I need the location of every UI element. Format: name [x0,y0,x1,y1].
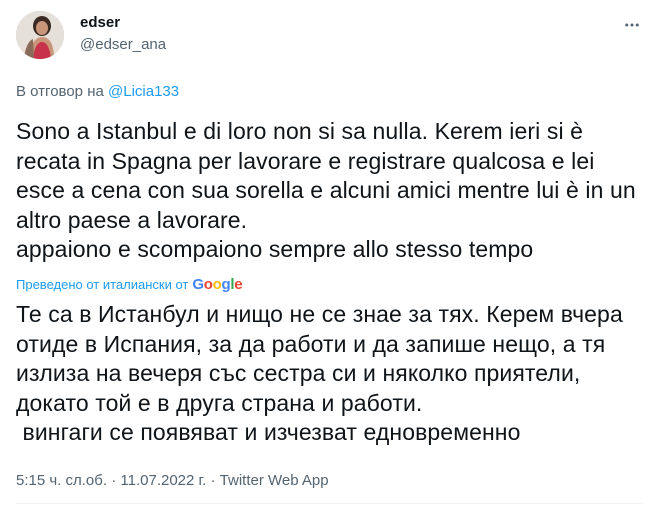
tweet-source[interactable]: Twitter Web App [220,472,329,489]
tweet-meta: 5:15 ч. сл.об. · 11.07.2022 г. · Twitter… [16,472,329,489]
google-logo-letter: o [212,276,222,293]
tweet-date[interactable]: 11.07.2022 г. [120,472,206,489]
google-logo-letter: G [192,276,204,293]
tweet-translated-text: Те са в Истанбул и нищо не се знае за тя… [16,301,623,445]
meta-separator: · [206,472,220,489]
divider [16,503,643,504]
profile-photo-icon [16,11,64,59]
google-logo-letter: o [203,276,213,293]
tweet-time[interactable]: 5:15 ч. сл.об. [16,472,107,489]
meta-separator: · [107,472,121,489]
google-logo-letter: e [234,276,243,293]
tweet-original-text: Sono a Istanbul e di loro non si sa null… [16,118,636,262]
more-dots-icon[interactable] [621,14,643,36]
avatar[interactable] [16,11,64,59]
google-logo: Google [192,276,242,293]
translated-by-label[interactable]: Преведено от италиански от [16,277,188,292]
translated-by-line[interactable]: Преведено от италиански от Google [16,276,243,293]
reply-prefix: В отговор на [16,83,108,100]
reply-mention-link[interactable]: @Licia133 [108,83,179,100]
author-name[interactable]: edser [80,14,120,31]
more-dots-icon-glyph [625,23,639,27]
author-handle[interactable]: @edser_ana [80,36,166,53]
reply-context: В отговор на @Licia133 [16,83,179,100]
